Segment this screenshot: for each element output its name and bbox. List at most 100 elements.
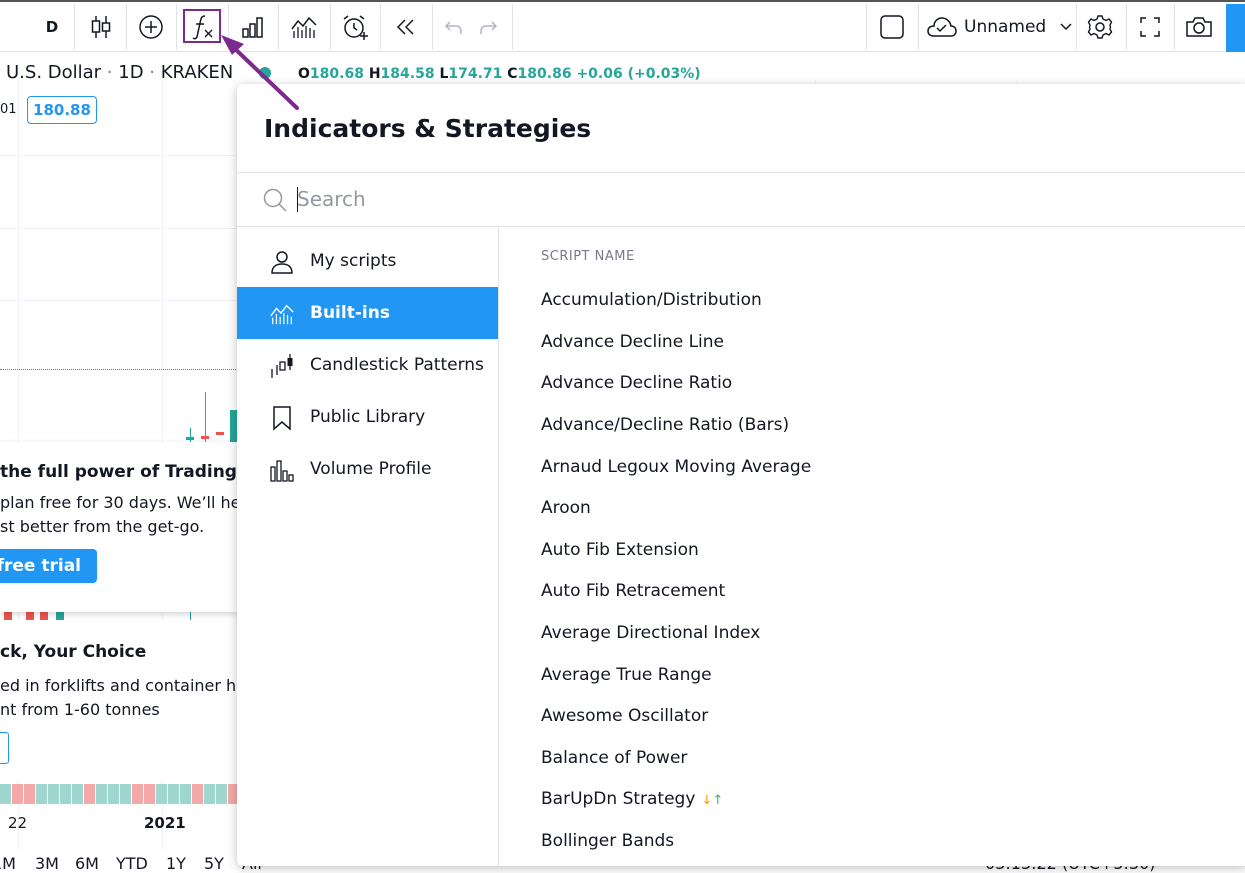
- sidebar-item-candlestick-patterns[interactable]: Candlestick Patterns: [237, 339, 498, 391]
- top-toolbar: D Unnamed: [0, 0, 1245, 52]
- promo-text: plan free for 30 days. We’ll help: [0, 493, 240, 512]
- alert-icon: [343, 15, 368, 40]
- time-axis-label: 2021: [144, 814, 186, 832]
- script-item[interactable]: Advance Decline Line: [541, 332, 724, 352]
- script-item[interactable]: Auto Fib Extension: [541, 540, 699, 560]
- toolbar-separator: [380, 4, 381, 50]
- script-item[interactable]: Advance Decline Ratio: [541, 373, 732, 393]
- candle: [216, 432, 224, 435]
- range-1m[interactable]: 1M: [0, 854, 16, 873]
- alert-button[interactable]: [334, 2, 376, 52]
- close-label: C: [507, 66, 518, 82]
- script-item[interactable]: Balance of Power: [541, 748, 687, 768]
- script-item[interactable]: Average Directional Index: [541, 623, 760, 643]
- free-trial-button[interactable]: y free trial: [0, 549, 97, 583]
- sidebar-item-built-ins[interactable]: Built-ins: [237, 287, 498, 339]
- compare-button[interactable]: [130, 2, 172, 52]
- volume-bar: [192, 784, 203, 804]
- volume-bar: [204, 784, 215, 804]
- sidebar-item-label: Candlestick Patterns: [310, 355, 484, 375]
- financials-button[interactable]: [232, 2, 274, 52]
- range-6m[interactable]: 6M: [75, 854, 99, 873]
- script-item[interactable]: Aroon: [541, 498, 591, 518]
- toolbar-separator: [918, 4, 919, 50]
- candle: [201, 436, 209, 439]
- script-item-strategy[interactable]: BarUpDn Strategy ↓↑: [541, 789, 723, 809]
- ad-card: ck, Your Choice ed in forklifts and cont…: [0, 620, 240, 780]
- redo-icon: [480, 21, 498, 34]
- script-item[interactable]: Accumulation/Distribution: [541, 290, 762, 310]
- replay-button[interactable]: [384, 2, 428, 52]
- sidebar-item-public-library[interactable]: Public Library: [237, 391, 498, 443]
- volume-bar: [12, 784, 23, 804]
- range-1y[interactable]: 1Y: [166, 854, 186, 873]
- category-sidebar: My scripts Built-ins Candlestick Pattern…: [237, 227, 499, 866]
- open-label: O: [298, 66, 310, 82]
- grid-line: [0, 300, 240, 301]
- chart-legend[interactable]: U.S. Dollar · 1D · KRAKEN: [6, 62, 233, 83]
- search-input[interactable]: [297, 184, 997, 214]
- templates-icon: [291, 16, 317, 38]
- plus-circle-icon: [139, 15, 163, 39]
- script-item[interactable]: Bollinger Bands: [541, 831, 674, 851]
- sidebar-item-volume-profile[interactable]: Volume Profile: [237, 443, 498, 495]
- templates-button[interactable]: [282, 2, 326, 52]
- price-tag[interactable]: 180.88: [27, 96, 97, 124]
- candlestick-icon: [271, 354, 293, 378]
- cloud-icon: [927, 17, 957, 37]
- range-ytd[interactable]: YTD: [116, 854, 148, 873]
- high-label: H: [368, 66, 381, 82]
- replay-icon: [396, 19, 414, 35]
- candle: [40, 612, 48, 620]
- range-3m[interactable]: 3M: [35, 854, 59, 873]
- candle: [205, 392, 206, 442]
- toolbar-separator: [432, 4, 433, 50]
- script-item[interactable]: Arnaud Legoux Moving Average: [541, 457, 811, 477]
- script-item[interactable]: Average True Range: [541, 665, 712, 685]
- volume-bar: [156, 784, 167, 804]
- snapshot-button[interactable]: [1176, 2, 1222, 52]
- script-item[interactable]: Auto Fib Retracement: [541, 581, 725, 601]
- chart-type-button[interactable]: [80, 2, 122, 52]
- save-layout-button[interactable]: Unnamed: [926, 2, 1074, 52]
- volume-bar: [144, 784, 155, 804]
- toolbar-separator: [866, 4, 867, 50]
- close-value: 180.86: [517, 66, 572, 82]
- interval-button[interactable]: D: [30, 2, 74, 52]
- undo-button[interactable]: [438, 2, 468, 52]
- toolbar-separator: [176, 4, 177, 50]
- grid-line: [0, 228, 240, 229]
- toolbar-separator: [74, 4, 75, 50]
- ad-button[interactable]: [0, 732, 9, 764]
- volume-bar: [180, 784, 191, 804]
- toolbar-separator: [126, 4, 127, 50]
- low-value: 174.71: [448, 66, 503, 82]
- fullscreen-button[interactable]: [1128, 2, 1172, 52]
- settings-button[interactable]: [1078, 2, 1122, 52]
- sidebar-item-my-scripts[interactable]: My scripts: [237, 235, 498, 287]
- toolbar-separator: [1174, 4, 1175, 50]
- script-item[interactable]: Awesome Oscillator: [541, 706, 708, 726]
- sidebar-item-label: Public Library: [310, 407, 426, 427]
- script-item[interactable]: Advance/Decline Ratio (Bars): [541, 415, 789, 435]
- publish-button[interactable]: [1226, 4, 1245, 52]
- script-item-label: BarUpDn Strategy: [541, 789, 696, 809]
- candle: [186, 437, 194, 440]
- layout-name-label: Unnamed: [964, 17, 1047, 37]
- volume-bar: [24, 784, 35, 804]
- volume-bar: [84, 784, 95, 804]
- redo-button[interactable]: [474, 2, 504, 52]
- legend-interval: 1D: [118, 62, 144, 83]
- range-5y[interactable]: 5Y: [204, 854, 224, 873]
- arrow-up-icon: ↑: [712, 793, 724, 808]
- gear-icon: [1087, 15, 1113, 39]
- bookmark-icon: [273, 406, 291, 431]
- grid-line: [0, 155, 240, 156]
- toolbar-separator: [1076, 4, 1077, 50]
- volume-bar: [48, 784, 59, 804]
- volume-bar: [0, 784, 11, 804]
- promo-title: the full power of TradingView: [0, 462, 240, 482]
- volume-bar: [216, 784, 227, 804]
- toolbar-separator: [512, 4, 513, 50]
- layout-button[interactable]: [870, 2, 914, 52]
